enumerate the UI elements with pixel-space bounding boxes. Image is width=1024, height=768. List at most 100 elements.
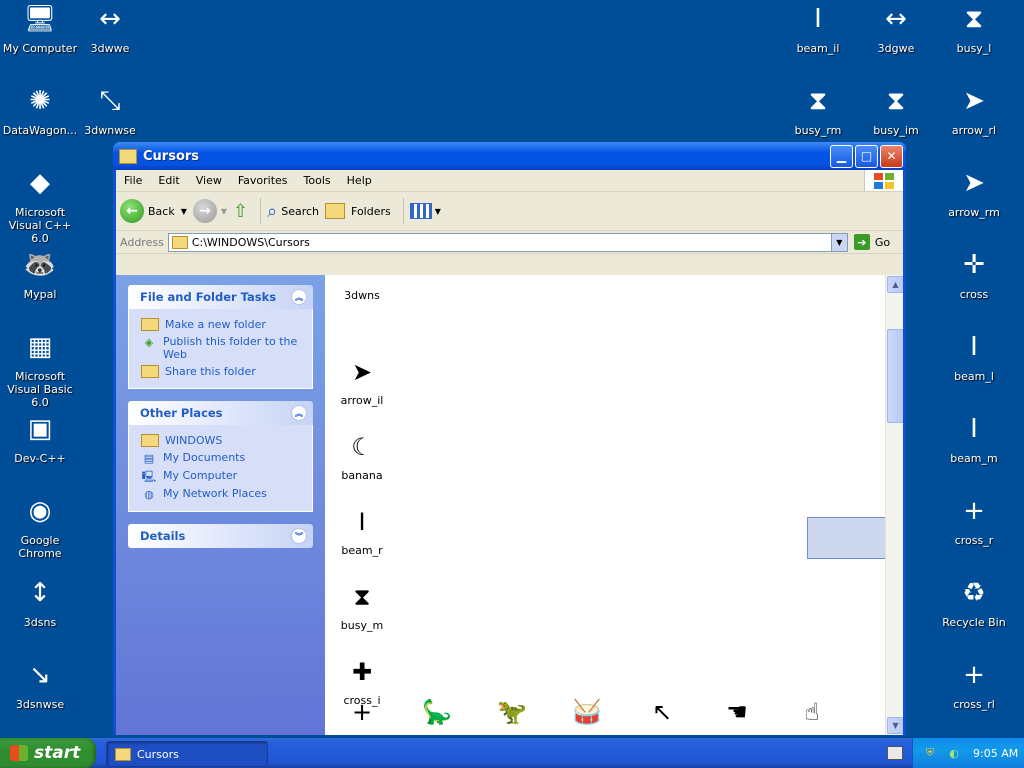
panel-header[interactable]: File and Folder Tasks ︽ [128, 285, 313, 309]
place-my-documents-link[interactable]: ▤ My Documents [141, 451, 304, 465]
desktop-icon[interactable]: ◉ Google Chrome [0, 494, 80, 572]
taskbar-item-cursors[interactable]: Cursors [106, 741, 268, 767]
menu-file[interactable]: File [116, 174, 150, 187]
desktop-icon-label: Recycle Bin [942, 616, 1006, 629]
desktop-icon[interactable]: Ibeam_l [934, 330, 1014, 408]
publish-web-icon: ◈ [144, 335, 154, 349]
up-folder-button[interactable]: ⇧ [233, 201, 248, 222]
desktop-icon[interactable]: ✺ DataWagon... [0, 84, 80, 162]
share-folder-link[interactable]: Share this folder [141, 365, 304, 378]
desktop-icon[interactable]: ◆ Microsoft Visual C++ 6.0 [0, 166, 80, 245]
file-item[interactable]: ✚ cross_i [325, 654, 400, 707]
desktop-icon[interactable]: ✛ cross [934, 248, 1014, 326]
desktop-icon[interactable]: 🖥 My Computer [0, 2, 80, 80]
forward-button[interactable]: → ▼ [192, 199, 227, 223]
cross-icon: + [963, 496, 985, 526]
resize-we-icon: ↔ [885, 4, 907, 34]
panel-header[interactable]: Other Places ︽ [128, 401, 313, 425]
cursor-file-icon: 🥁 [572, 698, 602, 726]
search-button[interactable]: ⌕ Search [267, 201, 319, 222]
file-item[interactable]: 3dwns [325, 279, 400, 302]
go-button[interactable]: ➔ Go [853, 234, 890, 250]
collapse-icon[interactable]: ︽ [291, 289, 307, 305]
collapse-icon[interactable]: ︽ [291, 405, 307, 421]
desktop-icon[interactable]: 🦝 Mypal [0, 248, 80, 326]
desktop-icon[interactable]: ➤ arrow_rm [934, 166, 1014, 244]
desktop-icon[interactable]: Ibeam_il [778, 2, 858, 80]
panel-header[interactable]: Details ︾ [128, 524, 313, 548]
desktop-icon[interactable]: ↔ 3dwwe [70, 2, 150, 80]
desktop-icon[interactable]: ⧗ busy_rm [778, 84, 858, 162]
desktop-icon[interactable]: ♻ Recycle Bin [934, 576, 1014, 654]
datawagon-icon: ✺ [29, 86, 51, 116]
desktop-icon-label: Microsoft Visual C++ 6.0 [8, 206, 72, 245]
go-arrow-icon: ➔ [853, 234, 870, 250]
file-item[interactable]: 🦖 dinosaur [474, 694, 550, 735]
file-item[interactable]: ☾ banana [325, 429, 400, 482]
views-icon [409, 203, 432, 219]
file-item[interactable]: ☝ handapst [774, 694, 850, 735]
scroll-down-icon[interactable]: ▼ [887, 717, 903, 734]
back-button[interactable]: ← Back ▼ [120, 199, 187, 223]
file-item[interactable]: 🥁 drum [549, 694, 625, 735]
place-network-link[interactable]: ◍ My Network Places [141, 487, 304, 501]
desktop-icon[interactable]: ↔ 3dgwe [856, 2, 936, 80]
address-dropdown-icon[interactable]: ▼ [830, 233, 847, 251]
file-item[interactable]: ↖ fillitup [624, 694, 700, 735]
cross-icon: + [963, 660, 985, 690]
menu-edit[interactable]: Edit [150, 174, 187, 187]
taskbar: start Cursors ⛨ ◐ 9:05 AM [0, 738, 1024, 768]
keyboard-icon[interactable] [887, 746, 903, 760]
forward-arrow-icon: → [192, 199, 217, 223]
desktop-icon[interactable]: + cross_r [934, 494, 1014, 572]
expand-icon[interactable]: ︾ [291, 528, 307, 544]
desktop-icon[interactable]: Ibeam_m [934, 412, 1014, 490]
back-dropdown-icon[interactable]: ▼ [181, 207, 187, 216]
desktop-icon[interactable]: ↕ 3dsns [0, 576, 80, 654]
desktop-icon[interactable]: ▣ Dev-C++ [0, 412, 80, 490]
desktop-icon-label: Dev-C++ [14, 452, 66, 465]
place-windows-link[interactable]: WINDOWS [141, 434, 304, 447]
desktop-icon[interactable]: ⤡ 3dwnwse [70, 84, 150, 162]
cross-icon: ✛ [963, 250, 985, 280]
menu-tools[interactable]: Tools [296, 174, 339, 187]
desktop-icon[interactable]: ⧗ busy_im [856, 84, 936, 162]
make-new-folder-link[interactable]: Make a new folder [141, 318, 304, 331]
start-button[interactable]: start [0, 738, 96, 768]
address-value: C:\WINDOWS\Cursors [191, 235, 310, 249]
clock[interactable]: 9:05 AM [973, 747, 1018, 760]
folders-button[interactable]: Folders [325, 203, 391, 219]
desktop-icon[interactable]: ⧗ busy_l [934, 2, 1014, 80]
place-my-computer-link[interactable]: 🖳 My Computer [141, 469, 304, 483]
scroll-up-icon[interactable]: ▲ [887, 276, 903, 293]
cursor-file-icon: ↖ [651, 698, 673, 726]
folder-icon [171, 235, 188, 249]
menu-help[interactable]: Help [339, 174, 380, 187]
views-button[interactable]: ▼ [409, 203, 441, 219]
scroll-thumb[interactable] [887, 329, 903, 423]
resize-we-icon: ↔ [99, 4, 121, 34]
file-item[interactable]: ⧗ busy_m [325, 579, 400, 632]
menu-favorites[interactable]: Favorites [230, 174, 296, 187]
address-input[interactable]: C:\WINDOWS\Cursors ▼ [167, 232, 848, 252]
publish-web-link[interactable]: ◈ Publish this folder to the Web [141, 335, 304, 361]
desktop-icon-label: cross_r [954, 534, 994, 547]
file-item[interactable]: 🦕 dinosau2 [399, 694, 475, 735]
file-item[interactable]: ➤ arrow_il [325, 354, 400, 407]
desktop-icon[interactable]: ▦ Microsoft Visual Basic 6.0 [0, 330, 80, 409]
network-tray-icon[interactable]: ◐ [947, 746, 961, 760]
desktop-icon[interactable]: ➤ arrow_rl [934, 84, 1014, 162]
menu-view[interactable]: View [188, 174, 230, 187]
file-label: arrow_il [340, 394, 384, 407]
desktop-icon[interactable]: + cross_rl [934, 658, 1014, 736]
desktop-icon[interactable]: ↘ 3dsnwse [0, 658, 80, 736]
vertical-scrollbar[interactable]: ▲ ▼ [885, 275, 903, 735]
desktop-icon-label: arrow_rm [948, 206, 1000, 219]
security-shield-icon[interactable]: ⛨ [923, 746, 937, 760]
file-item[interactable]: Ibeam_r [325, 504, 400, 557]
file-item[interactable]: ☚ hand [699, 694, 775, 735]
hourglass-icon: ⧗ [886, 85, 906, 116]
forward-dropdown-icon[interactable]: ▼ [221, 207, 227, 216]
views-dropdown-icon: ▼ [434, 206, 441, 216]
visual-cpp-icon: ◆ [30, 168, 50, 198]
